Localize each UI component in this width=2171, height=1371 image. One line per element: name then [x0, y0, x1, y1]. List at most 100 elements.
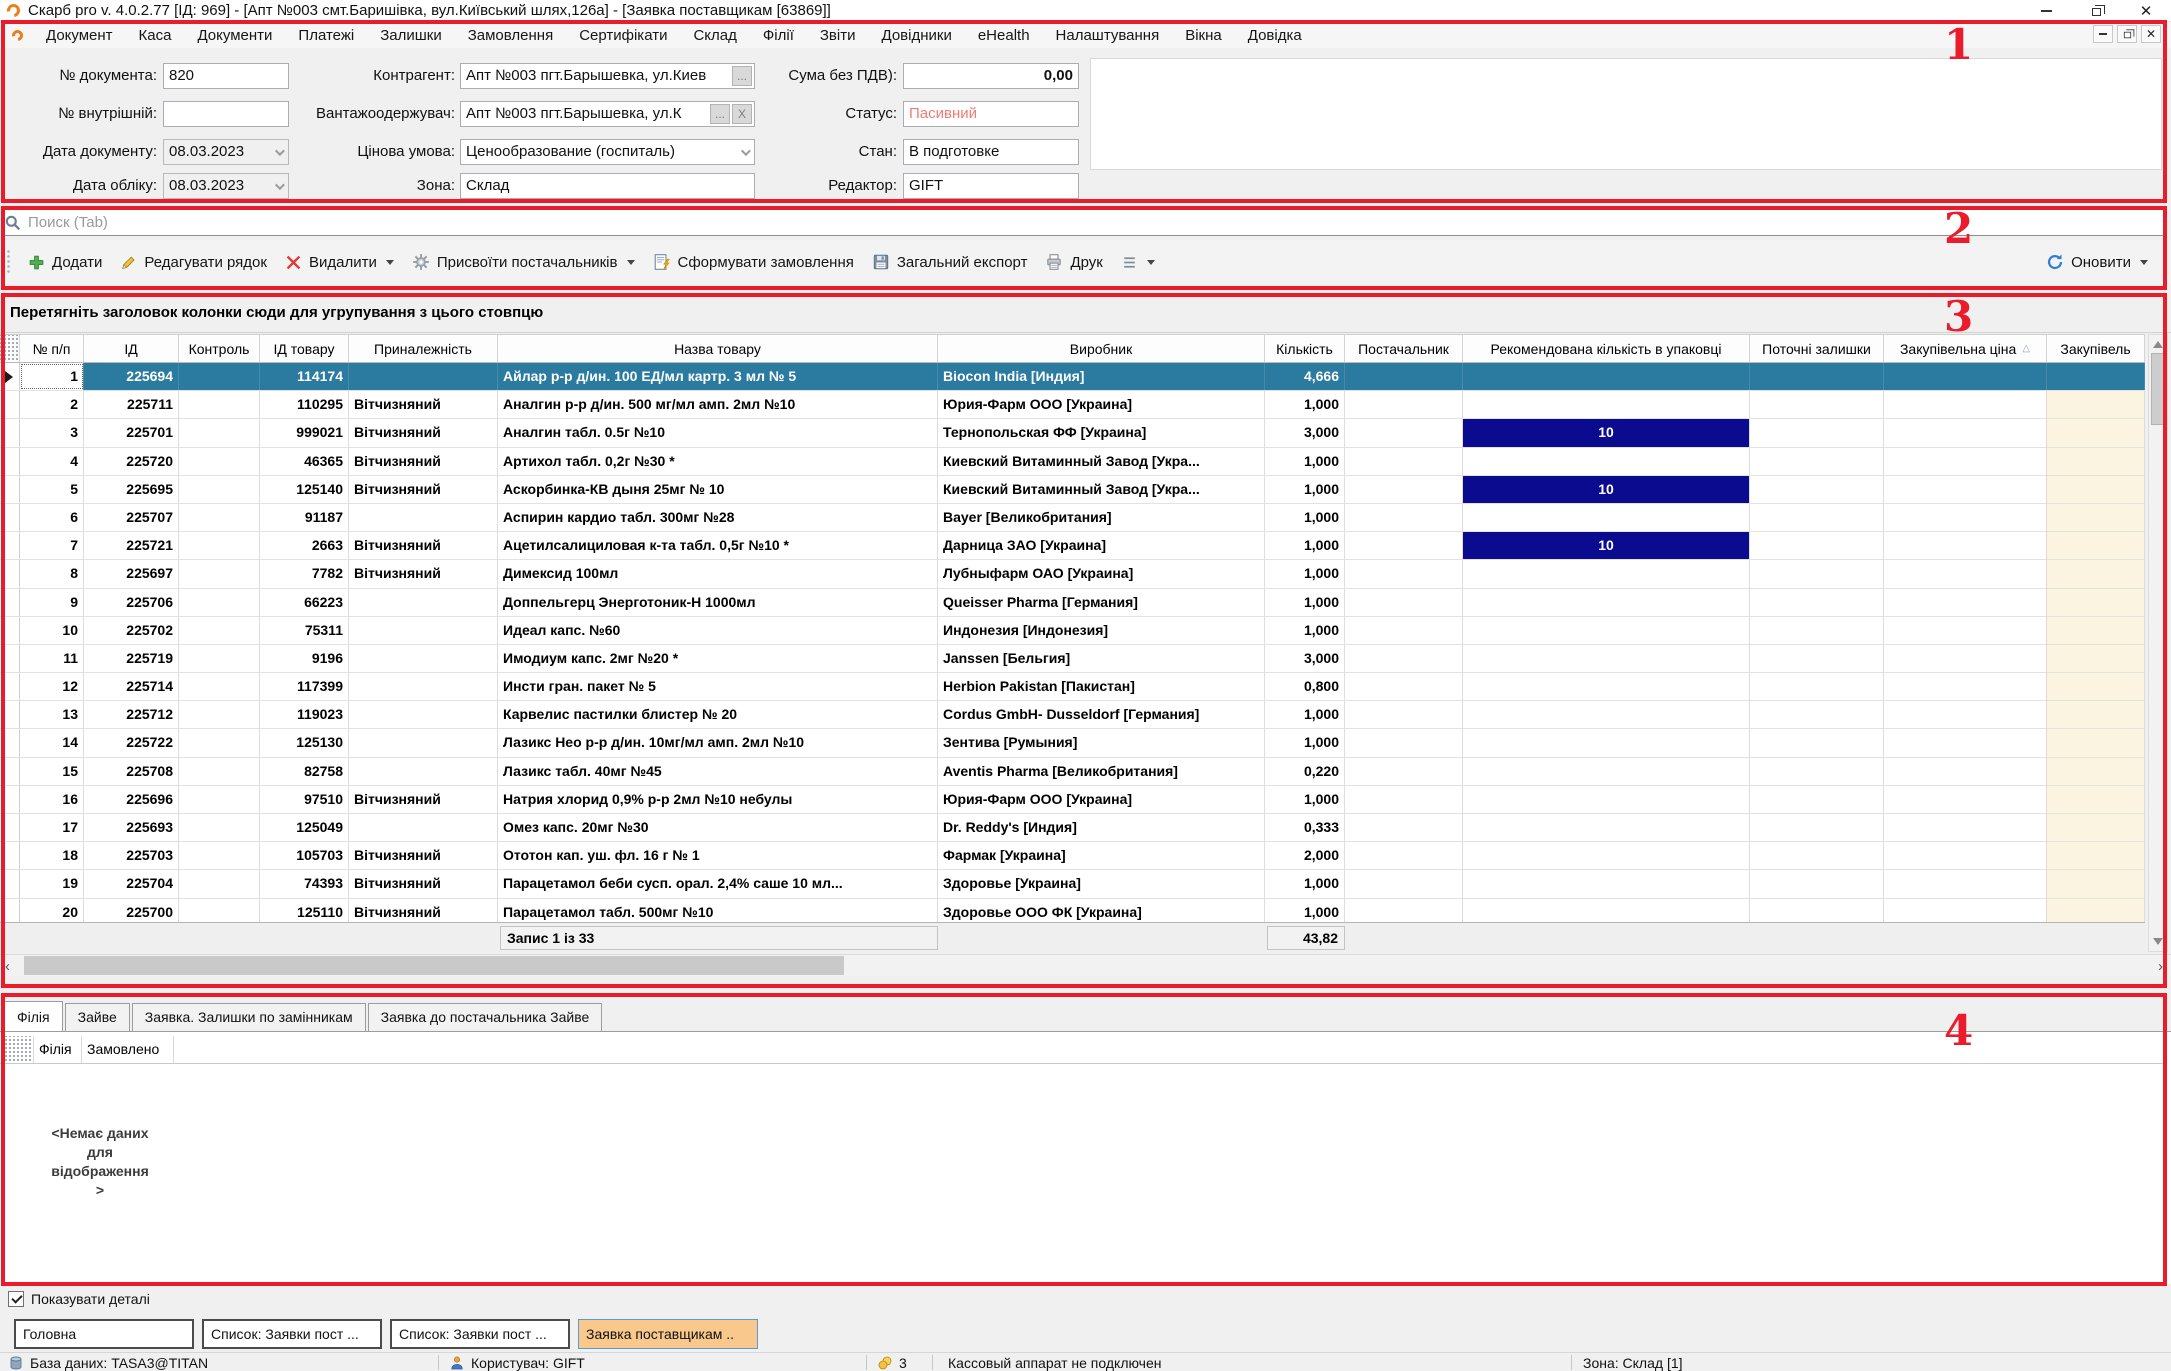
cell[interactable]: 1,000	[1265, 786, 1345, 813]
cell[interactable]: Вітчизняний	[349, 870, 498, 897]
cell[interactable]	[2047, 729, 2145, 756]
cell[interactable]: Вітчизняний	[349, 786, 498, 813]
cell[interactable]: 225695	[84, 476, 179, 503]
cell[interactable]	[1750, 729, 1884, 756]
cell[interactable]: 1,000	[1265, 504, 1345, 531]
cell[interactable]: 16	[20, 786, 84, 813]
cell[interactable]: 1,000	[1265, 870, 1345, 897]
cell[interactable]	[179, 870, 260, 897]
cell[interactable]: Аналгин табл. 0.5г №10	[498, 419, 938, 446]
close-button[interactable]: ✕	[2121, 0, 2171, 22]
cell[interactable]	[1463, 589, 1750, 616]
table-row[interactable]: 112257199196Имодиум капс. 2мг №20 *Janss…	[0, 645, 2145, 673]
column-header-10[interactable]: Рекомендована кількість в упаковці	[1463, 335, 1750, 362]
сформувати-замовлення-button[interactable]: Сформувати замовлення	[644, 249, 863, 275]
cell[interactable]: Индонезия [Индонезия]	[938, 617, 1265, 644]
detail-tab-4[interactable]: Заявка до постачальника Зайве	[368, 1003, 603, 1031]
cell[interactable]	[1345, 786, 1463, 813]
horizontal-scrollbar[interactable]: ‹ ›	[0, 954, 2171, 976]
cell[interactable]	[1884, 899, 2047, 922]
cell[interactable]	[1345, 870, 1463, 897]
cell[interactable]	[349, 814, 498, 841]
cell[interactable]: 12	[20, 673, 84, 700]
cell[interactable]	[1750, 560, 1884, 587]
cell[interactable]	[2047, 842, 2145, 869]
cell[interactable]: 225703	[84, 842, 179, 869]
cell[interactable]: Вітчизняний	[349, 419, 498, 446]
table-row[interactable]: 422572046365ВітчизнянийАртихол табл. 0,2…	[0, 448, 2145, 476]
window-tab-2[interactable]: Список: Заявки пост ...	[202, 1319, 382, 1349]
cell[interactable]: 13	[20, 701, 84, 728]
cell[interactable]	[1884, 532, 2047, 559]
cell[interactable]	[2047, 617, 2145, 644]
cell[interactable]: 2663	[260, 532, 349, 559]
редагувати-рядок-button[interactable]: Редагувати рядок	[111, 250, 276, 275]
cell[interactable]	[2047, 532, 2145, 559]
cell[interactable]: 225712	[84, 701, 179, 728]
table-row[interactable]: 622570791187Аспирин кардио табл. 300мг №…	[0, 504, 2145, 532]
cell[interactable]	[1750, 842, 1884, 869]
cell[interactable]: Herbion Pakistan [Пакистан]	[938, 673, 1265, 700]
cell[interactable]: Идеал капс. №60	[498, 617, 938, 644]
table-row[interactable]: 1225694114174Айлар р-р д/ин. 100 ЕД/мл к…	[0, 363, 2145, 391]
cell[interactable]: Вітчизняний	[349, 899, 498, 922]
додати-button[interactable]: Додати	[19, 250, 111, 275]
cell[interactable]	[1884, 701, 2047, 728]
cell[interactable]: Аспирин кардио табл. 300мг №28	[498, 504, 938, 531]
cell[interactable]	[1345, 363, 1463, 390]
cell[interactable]	[179, 560, 260, 587]
search-input[interactable]: Поиск (Tab)	[3, 209, 2167, 236]
cell[interactable]	[179, 476, 260, 503]
table-row[interactable]: 82256977782ВітчизнянийДимексид 100млЛубн…	[0, 560, 2145, 588]
cell[interactable]	[1463, 842, 1750, 869]
cell[interactable]	[179, 617, 260, 644]
vertical-scroll-thumb[interactable]	[2151, 353, 2165, 425]
cell[interactable]: 0,333	[1265, 814, 1345, 841]
cell[interactable]: 225720	[84, 448, 179, 475]
cell[interactable]	[1463, 729, 1750, 756]
cell[interactable]: 2	[20, 391, 84, 418]
cell[interactable]: 1,000	[1265, 391, 1345, 418]
table-row[interactable]: 72257212663ВітчизнянийАцетилсалициловая …	[0, 532, 2145, 560]
cell[interactable]: Юрия-Фарм ООО [Украина]	[938, 786, 1265, 813]
scroll-right-icon[interactable]: ›	[2158, 958, 2163, 975]
cell[interactable]: 225708	[84, 758, 179, 785]
cell[interactable]	[2047, 701, 2145, 728]
menu-налаштування[interactable]: Налаштування	[1043, 24, 1173, 47]
window-tab-4[interactable]: Заявка поставщикам ..	[578, 1319, 758, 1349]
cell[interactable]: 6	[20, 504, 84, 531]
cell[interactable]	[1884, 870, 2047, 897]
cell[interactable]: Айлар р-р д/ин. 100 ЕД/мл картр. 3 мл № …	[498, 363, 938, 390]
minimize-button[interactable]	[2021, 0, 2071, 22]
column-header-12[interactable]: Закупівельна ціна△	[1884, 335, 2047, 362]
cell[interactable]: Тернопольская ФФ [Украина]	[938, 419, 1265, 446]
detail-tab-1[interactable]: Філія	[4, 1001, 63, 1031]
cell[interactable]	[1750, 532, 1884, 559]
cell[interactable]: Димексид 100мл	[498, 560, 938, 587]
cell[interactable]	[349, 701, 498, 728]
column-header-4[interactable]: ІД товару	[260, 335, 349, 362]
cell[interactable]	[179, 758, 260, 785]
cell[interactable]	[1884, 645, 2047, 672]
cell[interactable]: 119023	[260, 701, 349, 728]
cell[interactable]: 15	[20, 758, 84, 785]
cell[interactable]	[1463, 560, 1750, 587]
cell[interactable]: Dr. Reddy's [Индия]	[938, 814, 1265, 841]
cell[interactable]: 14	[20, 729, 84, 756]
cell[interactable]	[349, 504, 498, 531]
menu-ehealth[interactable]: eHealth	[965, 24, 1043, 47]
cell[interactable]	[1345, 645, 1463, 672]
horizontal-scroll-thumb[interactable]	[24, 956, 844, 975]
cell[interactable]: 3,000	[1265, 419, 1345, 446]
cell[interactable]	[2047, 786, 2145, 813]
cell[interactable]: 4	[20, 448, 84, 475]
cell[interactable]: Артихол табл. 0,2г №30 *	[498, 448, 938, 475]
cell[interactable]	[1750, 673, 1884, 700]
cell[interactable]	[179, 645, 260, 672]
cell[interactable]: 17	[20, 814, 84, 841]
detail-column-header[interactable]: Філія	[34, 1036, 82, 1063]
cell[interactable]	[2047, 758, 2145, 785]
cell[interactable]: 9	[20, 589, 84, 616]
cell[interactable]: 10	[1463, 476, 1750, 503]
refresh-button[interactable]: Оновити	[2037, 249, 2157, 275]
